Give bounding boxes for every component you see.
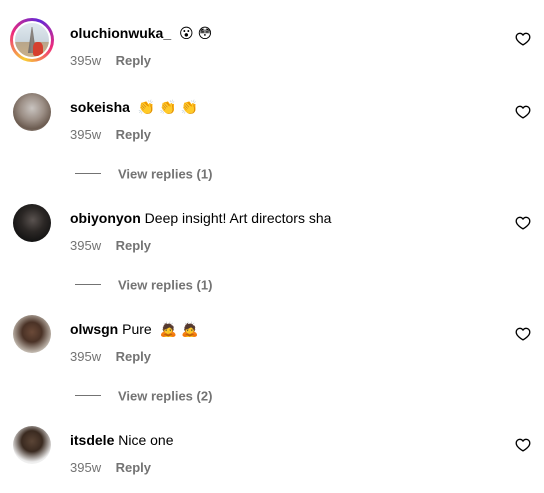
username[interactable]: olwsgn xyxy=(70,321,118,337)
avatar[interactable] xyxy=(13,204,51,242)
reply-button[interactable]: Reply xyxy=(116,460,151,475)
divider xyxy=(75,395,101,397)
view-replies-button[interactable]: View replies (1) xyxy=(75,276,212,292)
avatar[interactable] xyxy=(13,426,51,464)
timestamp: 395w xyxy=(70,127,102,142)
username[interactable]: oluchionwuka_ xyxy=(70,25,171,41)
emoji: 👏 xyxy=(180,100,199,116)
username[interactable]: sokeisha xyxy=(70,99,130,115)
timestamp: 395w xyxy=(70,238,102,253)
emoji: 👏 xyxy=(159,100,177,116)
emoji: 😳 xyxy=(197,26,213,42)
heart-icon[interactable] xyxy=(515,437,531,453)
timestamp: 395w xyxy=(70,349,102,364)
view-replies-button[interactable]: View replies (2) xyxy=(75,387,212,403)
view-replies-label: View replies (2) xyxy=(118,388,213,404)
avatar[interactable] xyxy=(10,18,54,62)
divider xyxy=(75,173,101,175)
comment-text: Deep insight! Art directors sha xyxy=(144,210,332,226)
comment-text: Pure xyxy=(122,321,152,337)
divider xyxy=(75,284,101,286)
heart-icon[interactable] xyxy=(515,104,531,120)
heart-icon[interactable] xyxy=(515,326,531,342)
avatar[interactable] xyxy=(13,315,51,353)
comment-text: Nice one xyxy=(118,432,174,448)
emoji: 🙇 xyxy=(159,322,178,338)
avatar[interactable] xyxy=(13,93,51,131)
reply-button[interactable]: Reply xyxy=(116,238,151,253)
view-replies-label: View replies (1) xyxy=(118,277,213,293)
view-replies-label: View replies (1) xyxy=(118,166,213,182)
reply-button[interactable]: Reply xyxy=(116,53,151,68)
timestamp: 395w xyxy=(70,460,102,475)
view-replies-button[interactable]: View replies (1) xyxy=(75,165,212,181)
reply-button[interactable]: Reply xyxy=(116,127,151,142)
timestamp: 395w xyxy=(70,53,102,68)
username[interactable]: itsdele xyxy=(70,432,114,448)
emoji: 🙇 xyxy=(181,322,199,338)
heart-icon[interactable] xyxy=(515,215,531,231)
reply-button[interactable]: Reply xyxy=(116,349,151,364)
heart-icon[interactable] xyxy=(515,31,531,47)
emoji: 😮 xyxy=(179,26,194,42)
emoji: 👏 xyxy=(137,100,156,116)
username[interactable]: obiyonyon xyxy=(70,210,141,226)
